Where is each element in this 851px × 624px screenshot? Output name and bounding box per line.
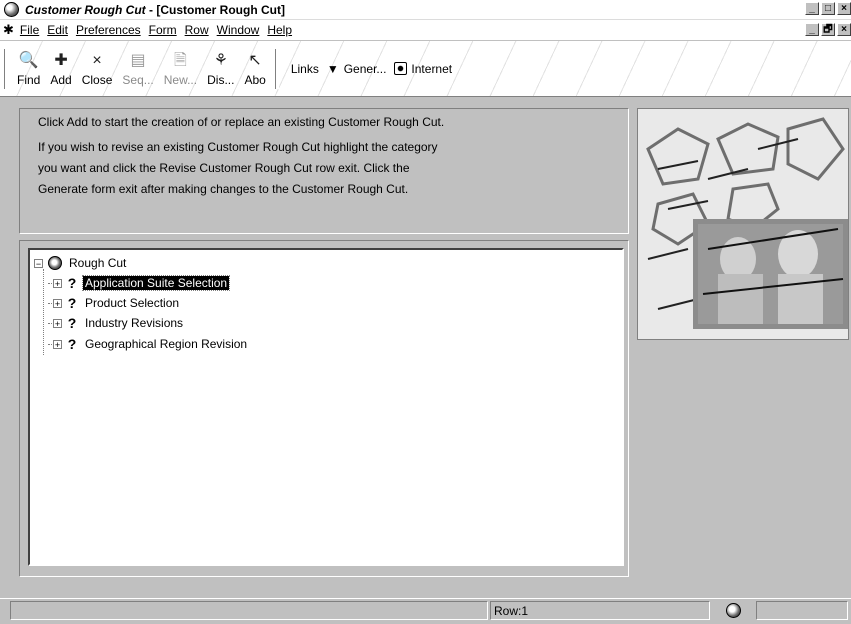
doc-restore-button[interactable]: 🗗 (821, 23, 835, 36)
tree-node-geographical-region[interactable]: + ? Geographical Region Revision (53, 335, 249, 353)
question-mark-icon: ? (67, 315, 77, 331)
instruction-line: Generate form exit after making changes … (38, 182, 409, 196)
toolbar-separator (274, 48, 279, 89)
dropdown-arrow-icon: ▼ (326, 61, 339, 76)
expand-toggle[interactable]: + (53, 278, 62, 288)
instructions-panel: Click Add to start the creation of or re… (19, 108, 629, 234)
instruction-line: If you wish to revise an existing Custom… (38, 140, 438, 154)
toolbar: 🔍 Find ✚ Add × Close ▤ Seq... 🗎 New... ⚘… (0, 41, 851, 97)
maximize-button[interactable]: □ (821, 2, 835, 15)
status-bar: Row:1 (0, 598, 851, 624)
new-icon: 🗎 (173, 51, 187, 69)
doc-close-button[interactable]: × (837, 23, 851, 36)
menu-bar: ✱ File Edit Preferences Form Row Window … (0, 20, 851, 40)
minimize-button[interactable]: _ (805, 2, 819, 15)
generate-menu[interactable]: ▼ Gener... (327, 62, 387, 76)
expand-toggle[interactable]: + (53, 298, 62, 308)
display-button[interactable]: ⚘ Dis... (202, 46, 239, 92)
tree-root[interactable]: − Rough Cut (34, 254, 128, 272)
new-button[interactable]: 🗎 New... (159, 46, 202, 92)
about-icon: ↖ (248, 51, 262, 69)
question-mark-icon: ? (67, 336, 77, 352)
sequence-button[interactable]: ▤ Seq... (117, 46, 158, 92)
menu-edit[interactable]: Edit (47, 23, 68, 37)
tree-root-label[interactable]: Rough Cut (67, 256, 128, 270)
status-row: Row:1 (490, 601, 710, 620)
tree-node-label[interactable]: Industry Revisions (83, 316, 185, 330)
collage-graphic (638, 109, 848, 339)
tree-node-label[interactable]: Application Suite Selection (81, 275, 231, 291)
decorative-collage-image (637, 108, 849, 340)
expand-toggle[interactable]: + (53, 339, 62, 349)
category-tree[interactable]: − Rough Cut + ? Application Suite Select… (28, 248, 624, 566)
tree-node-application-suite[interactable]: + ? Application Suite Selection (53, 274, 231, 292)
instruction-line: you want and click the Revise Customer R… (38, 161, 410, 175)
tree-node-product-selection[interactable]: + ? Product Selection (53, 294, 181, 312)
find-icon: 🔍 (18, 51, 39, 69)
doc-minimize-button[interactable]: _ (805, 23, 819, 36)
menu-help[interactable]: Help (267, 23, 292, 37)
collapse-toggle[interactable]: − (34, 258, 43, 268)
status-globe-icon (726, 603, 741, 618)
title-bar: Customer Rough Cut - [Customer Rough Cut… (0, 0, 851, 20)
display-icon: ⚘ (213, 51, 228, 69)
menu-file[interactable]: File (20, 23, 39, 37)
tree-node-label[interactable]: Product Selection (83, 296, 181, 310)
internet-button[interactable]: Internet (394, 62, 452, 76)
menu-row[interactable]: Row (185, 23, 209, 37)
app-menu-icon[interactable]: ✱ (3, 22, 14, 38)
toolbar-grip (4, 48, 8, 89)
window-title: Customer Rough Cut - [Customer Rough Cut… (25, 2, 285, 17)
close-window-button[interactable]: × (837, 2, 851, 15)
globe-icon (48, 256, 62, 270)
close-icon: × (92, 51, 102, 69)
status-message (10, 601, 488, 620)
app-globe-icon (4, 2, 19, 17)
add-button[interactable]: ✚ Add (45, 46, 76, 92)
tree-node-label[interactable]: Geographical Region Revision (83, 337, 249, 351)
tree-connector (43, 269, 44, 355)
tree-node-industry-revisions[interactable]: + ? Industry Revisions (53, 314, 185, 332)
menu-window[interactable]: Window (217, 23, 260, 37)
about-button[interactable]: ↖ Abo (239, 46, 270, 92)
status-extra (756, 601, 848, 620)
internet-icon (394, 62, 408, 75)
sequence-icon: ▤ (130, 51, 146, 69)
find-button[interactable]: 🔍 Find (12, 46, 45, 92)
links-menu[interactable]: Links (291, 62, 319, 76)
expand-toggle[interactable]: + (53, 318, 62, 328)
question-mark-icon: ? (67, 295, 77, 311)
question-mark-icon: ? (67, 275, 77, 291)
add-icon: ✚ (54, 51, 68, 69)
instruction-line: Click Add to start the creation of or re… (38, 115, 445, 129)
menu-form[interactable]: Form (149, 23, 177, 37)
close-button[interactable]: × Close (77, 46, 118, 92)
menu-preferences[interactable]: Preferences (76, 23, 141, 37)
